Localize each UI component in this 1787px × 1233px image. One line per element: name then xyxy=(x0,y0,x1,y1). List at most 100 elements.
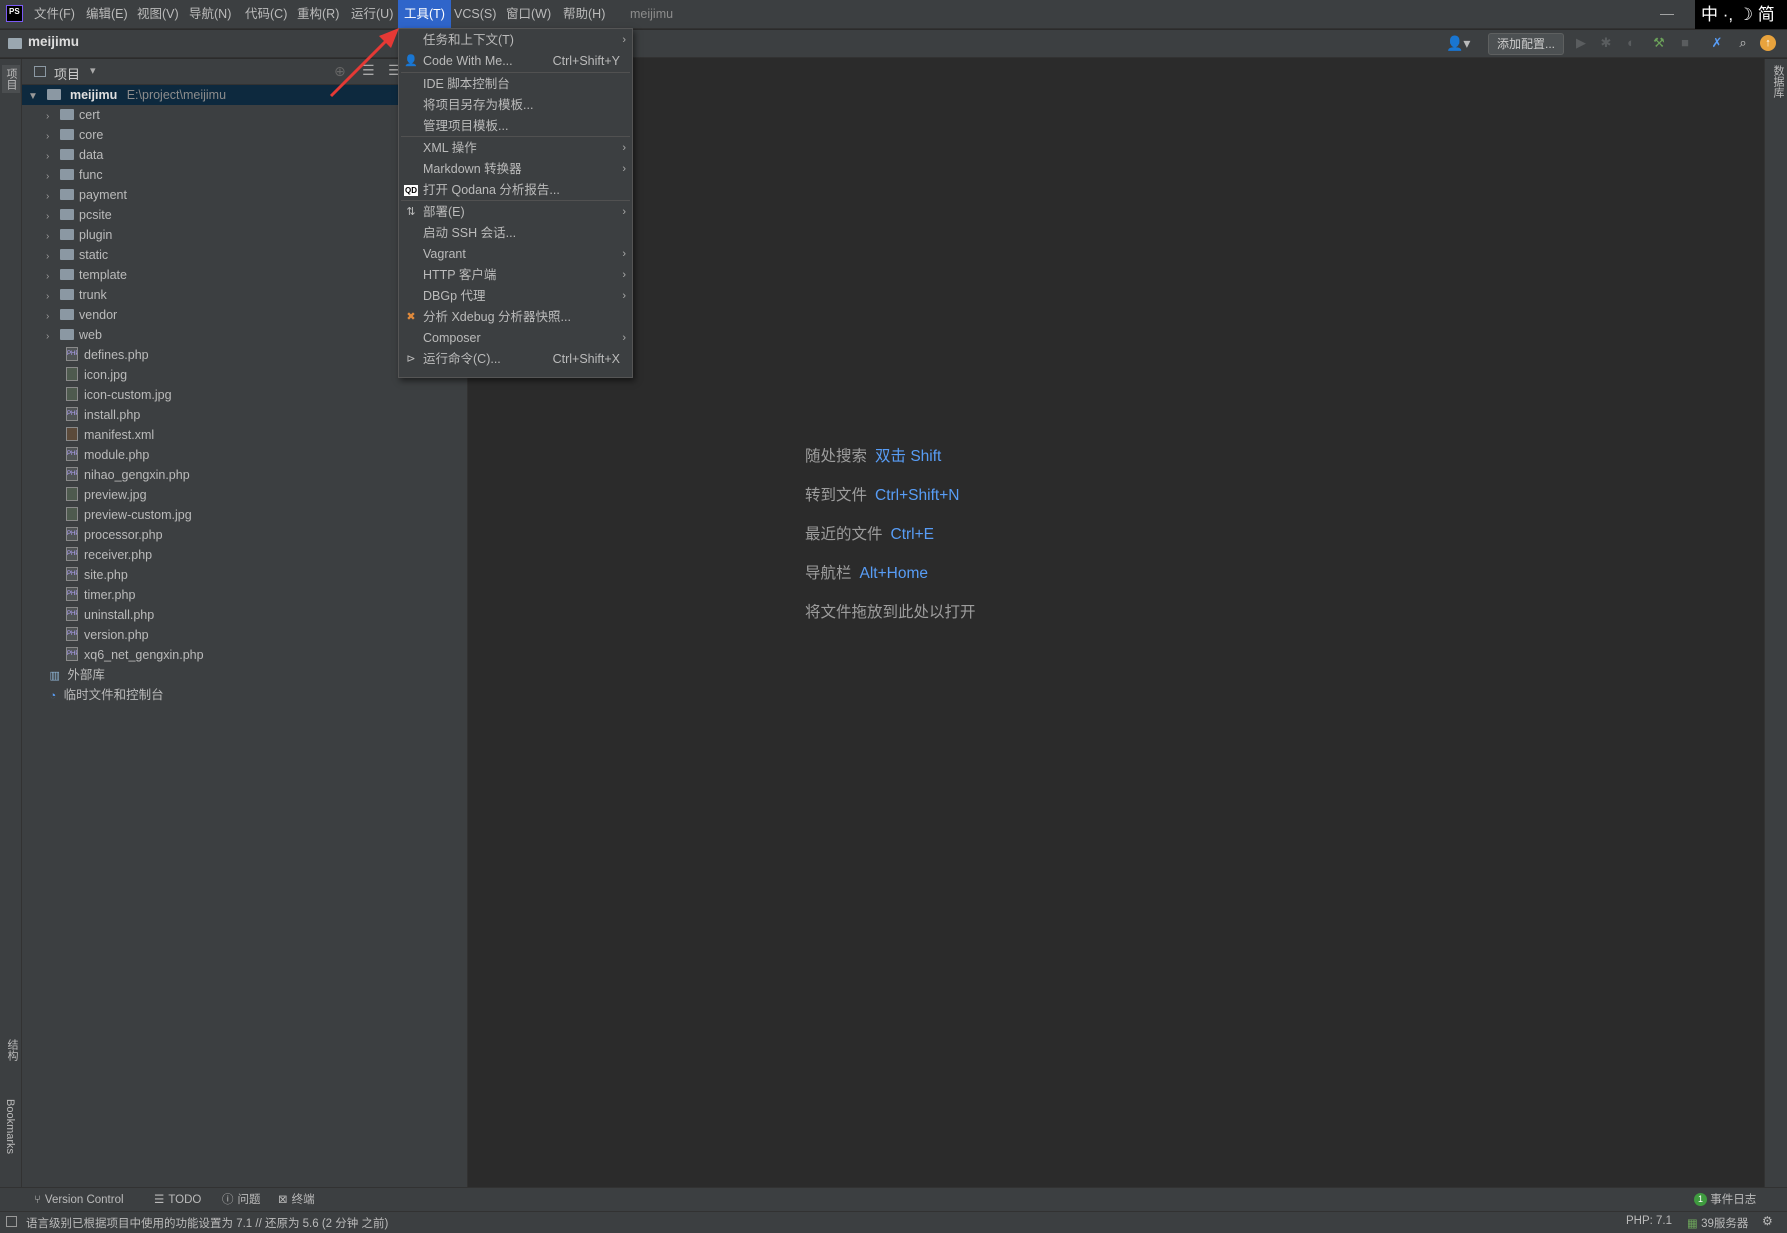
add-configuration-button[interactable]: 添加配置... xyxy=(1488,33,1564,55)
menu-run[interactable]: 运行(U) xyxy=(345,0,399,29)
tools-menu-item[interactable]: 任务和上下文(T) › xyxy=(399,30,632,51)
project-view-selector[interactable]: 项目 xyxy=(54,64,80,83)
tab-todo[interactable]: ☰ TODO xyxy=(154,1188,201,1212)
menu-edit[interactable]: 编辑(E) xyxy=(80,0,134,29)
event-log-button[interactable]: 1 事件日志 xyxy=(1694,1188,1756,1212)
tools-menu-item[interactable]: 管理项目模板... xyxy=(399,116,632,137)
chevron-down-icon[interactable]: ▾ xyxy=(90,64,96,77)
tool-window-bookmarks[interactable]: Bookmarks xyxy=(4,1099,16,1154)
tools-menu-item[interactable]: IDE 脚本控制台 xyxy=(399,74,632,95)
tab-problems[interactable]: ⓘ 问题 xyxy=(222,1188,261,1212)
menu-navigate[interactable]: 导航(N) xyxy=(183,0,237,29)
folder-label: trunk xyxy=(79,288,107,302)
coverage-icon[interactable]: ◐ xyxy=(1622,34,1640,52)
editor-area[interactable]: 随处搜索 双击 Shift 转到文件 Ctrl+Shift+N 最近的文件 Ctrl+E 导… xyxy=(468,59,1764,1187)
chevron-right-icon[interactable]: › xyxy=(46,107,58,127)
tools-menu-item[interactable]: Vagrant › xyxy=(399,244,632,265)
tool-window-structure[interactable]: 结构 xyxy=(4,1039,20,1061)
tree-file[interactable]: PHP site.php xyxy=(22,565,468,585)
chevron-right-icon: › xyxy=(622,163,626,175)
tool-window-database[interactable]: 数据库 xyxy=(1770,65,1786,98)
tools-menu-item[interactable]: XML 操作 › xyxy=(399,138,632,159)
menu-help[interactable]: 帮助(H) xyxy=(557,0,611,29)
tree-file[interactable]: PHP version.php xyxy=(22,625,468,645)
tools-menu-item[interactable]: HTTP 客户端 › xyxy=(399,265,632,286)
tools-menu-item[interactable]: 将项目另存为模板... xyxy=(399,95,632,116)
chevron-right-icon[interactable]: › xyxy=(46,307,58,327)
menu-file[interactable]: 文件(F) xyxy=(28,0,81,29)
chevron-right-icon[interactable]: › xyxy=(46,227,58,247)
hint-label: 随处搜索 xyxy=(805,448,868,465)
window-title: meijimu xyxy=(630,7,674,21)
update-icon[interactable]: ↑ xyxy=(1760,35,1776,51)
tool-window-project[interactable]: 项目 xyxy=(2,65,20,93)
tools-menu-item[interactable]: QD 打开 Qodana 分析报告... xyxy=(399,180,632,201)
tab-terminal[interactable]: ⊠ 终端 xyxy=(278,1188,315,1212)
menu-item-label: 部署(E) xyxy=(423,205,465,219)
chevron-down-icon[interactable]: ▼ xyxy=(28,87,40,107)
chevron-right-icon[interactable]: › xyxy=(46,207,58,227)
tree-file[interactable]: preview-custom.jpg xyxy=(22,505,468,525)
lock-icon[interactable]: ⚙ xyxy=(1762,1214,1773,1228)
tools-menu-item[interactable]: ⊳ 运行命令(C)... Ctrl+Shift+X xyxy=(399,349,632,370)
chevron-right-icon: › xyxy=(622,332,626,344)
chevron-right-icon[interactable]: › xyxy=(46,127,58,147)
menu-vcs[interactable]: VCS(S) xyxy=(448,0,502,29)
tree-file[interactable]: PHP timer.php xyxy=(22,585,468,605)
tools-menu-item[interactable]: DBGp 代理 › xyxy=(399,286,632,307)
phpstorm-logo-icon[interactable]: PS xyxy=(6,5,23,22)
tree-file[interactable]: PHP xq6_net_gengxin.php xyxy=(22,645,468,665)
tools-menu-item[interactable]: Composer › xyxy=(399,328,632,349)
status-toggle-icon[interactable] xyxy=(6,1216,17,1227)
menu-code[interactable]: 代码(C) xyxy=(239,0,293,29)
list-icon: ☰ xyxy=(154,1194,165,1206)
tools-menu-item[interactable]: Markdown 转换器 › xyxy=(399,159,632,180)
php-version[interactable]: PHP: 7.1 xyxy=(1626,1215,1672,1227)
chevron-right-icon[interactable]: › xyxy=(46,267,58,287)
tree-file[interactable]: PHP receiver.php xyxy=(22,545,468,565)
menu-view[interactable]: 视图(V) xyxy=(131,0,185,29)
deployment-server[interactable]: ▦ 39服务器 xyxy=(1687,1215,1748,1231)
tab-version-control[interactable]: ⑂ Version Control xyxy=(34,1188,124,1212)
translate-icon[interactable]: ✗ xyxy=(1708,34,1726,52)
chevron-right-icon[interactable]: › xyxy=(46,187,58,207)
library-icon: ▥ xyxy=(49,670,60,682)
tree-scratches[interactable]: ◔ 临时文件和控制台 xyxy=(22,685,468,705)
tree-file[interactable]: PHP module.php xyxy=(22,445,468,465)
folder-icon xyxy=(60,309,74,320)
minimize-button[interactable]: — xyxy=(1660,0,1674,29)
tree-file[interactable]: PHP install.php xyxy=(22,405,468,425)
tree-file[interactable]: manifest.xml xyxy=(22,425,468,445)
tools-menu-item[interactable]: ⇅ 部署(E) › xyxy=(399,202,632,223)
user-icon[interactable]: 👤▾ xyxy=(1446,35,1470,52)
tree-file[interactable]: PHP uninstall.php xyxy=(22,605,468,625)
run-icon[interactable]: ▶ xyxy=(1572,34,1590,52)
tree-file[interactable]: PHP processor.php xyxy=(22,525,468,545)
stop-icon[interactable]: ■ xyxy=(1676,34,1694,52)
tools-menu-item[interactable]: 👤 Code With Me... Ctrl+Shift+Y xyxy=(399,51,632,72)
chevron-right-icon[interactable]: › xyxy=(46,167,58,187)
tree-file[interactable]: icon-custom.jpg xyxy=(22,385,468,405)
menu-window[interactable]: 窗口(W) xyxy=(500,0,557,29)
debug-icon[interactable]: ✱ xyxy=(1597,34,1615,52)
search-icon[interactable]: ⌕ xyxy=(1734,34,1752,52)
build-icon[interactable]: ⚒ xyxy=(1650,34,1668,52)
ime-indicator[interactable]: 中 ·, ☽ 简 xyxy=(1695,0,1787,29)
menu-refactor[interactable]: 重构(R) xyxy=(291,0,345,29)
external-libraries-label: 外部库 xyxy=(67,668,105,682)
chevron-right-icon[interactable]: › xyxy=(46,247,58,267)
chevron-right-icon[interactable]: › xyxy=(46,287,58,307)
tools-menu-item[interactable]: 启动 SSH 会话... xyxy=(399,223,632,244)
chevron-right-icon[interactable]: › xyxy=(46,147,58,167)
status-message[interactable]: 语言级别已根据项目中使用的功能设置为 7.1 // 还原为 5.6 (2 分钟 … xyxy=(26,1215,388,1231)
breadcrumb-project[interactable]: meijimu xyxy=(28,34,79,49)
file-label: site.php xyxy=(84,568,128,582)
tools-menu-item[interactable]: ✖ 分析 Xdebug 分析器快照... xyxy=(399,307,632,328)
tree-file[interactable]: preview.jpg xyxy=(22,485,468,505)
tree-external-libraries[interactable]: ▥ 外部库 xyxy=(22,665,468,685)
left-tool-strip: 项目 结构 Bookmarks xyxy=(0,59,22,1187)
chevron-right-icon[interactable]: › xyxy=(46,327,58,347)
image-file-icon xyxy=(66,367,78,381)
tree-file[interactable]: PHP nihao_gengxin.php xyxy=(22,465,468,485)
menu-tools[interactable]: 工具(T) xyxy=(398,0,451,29)
